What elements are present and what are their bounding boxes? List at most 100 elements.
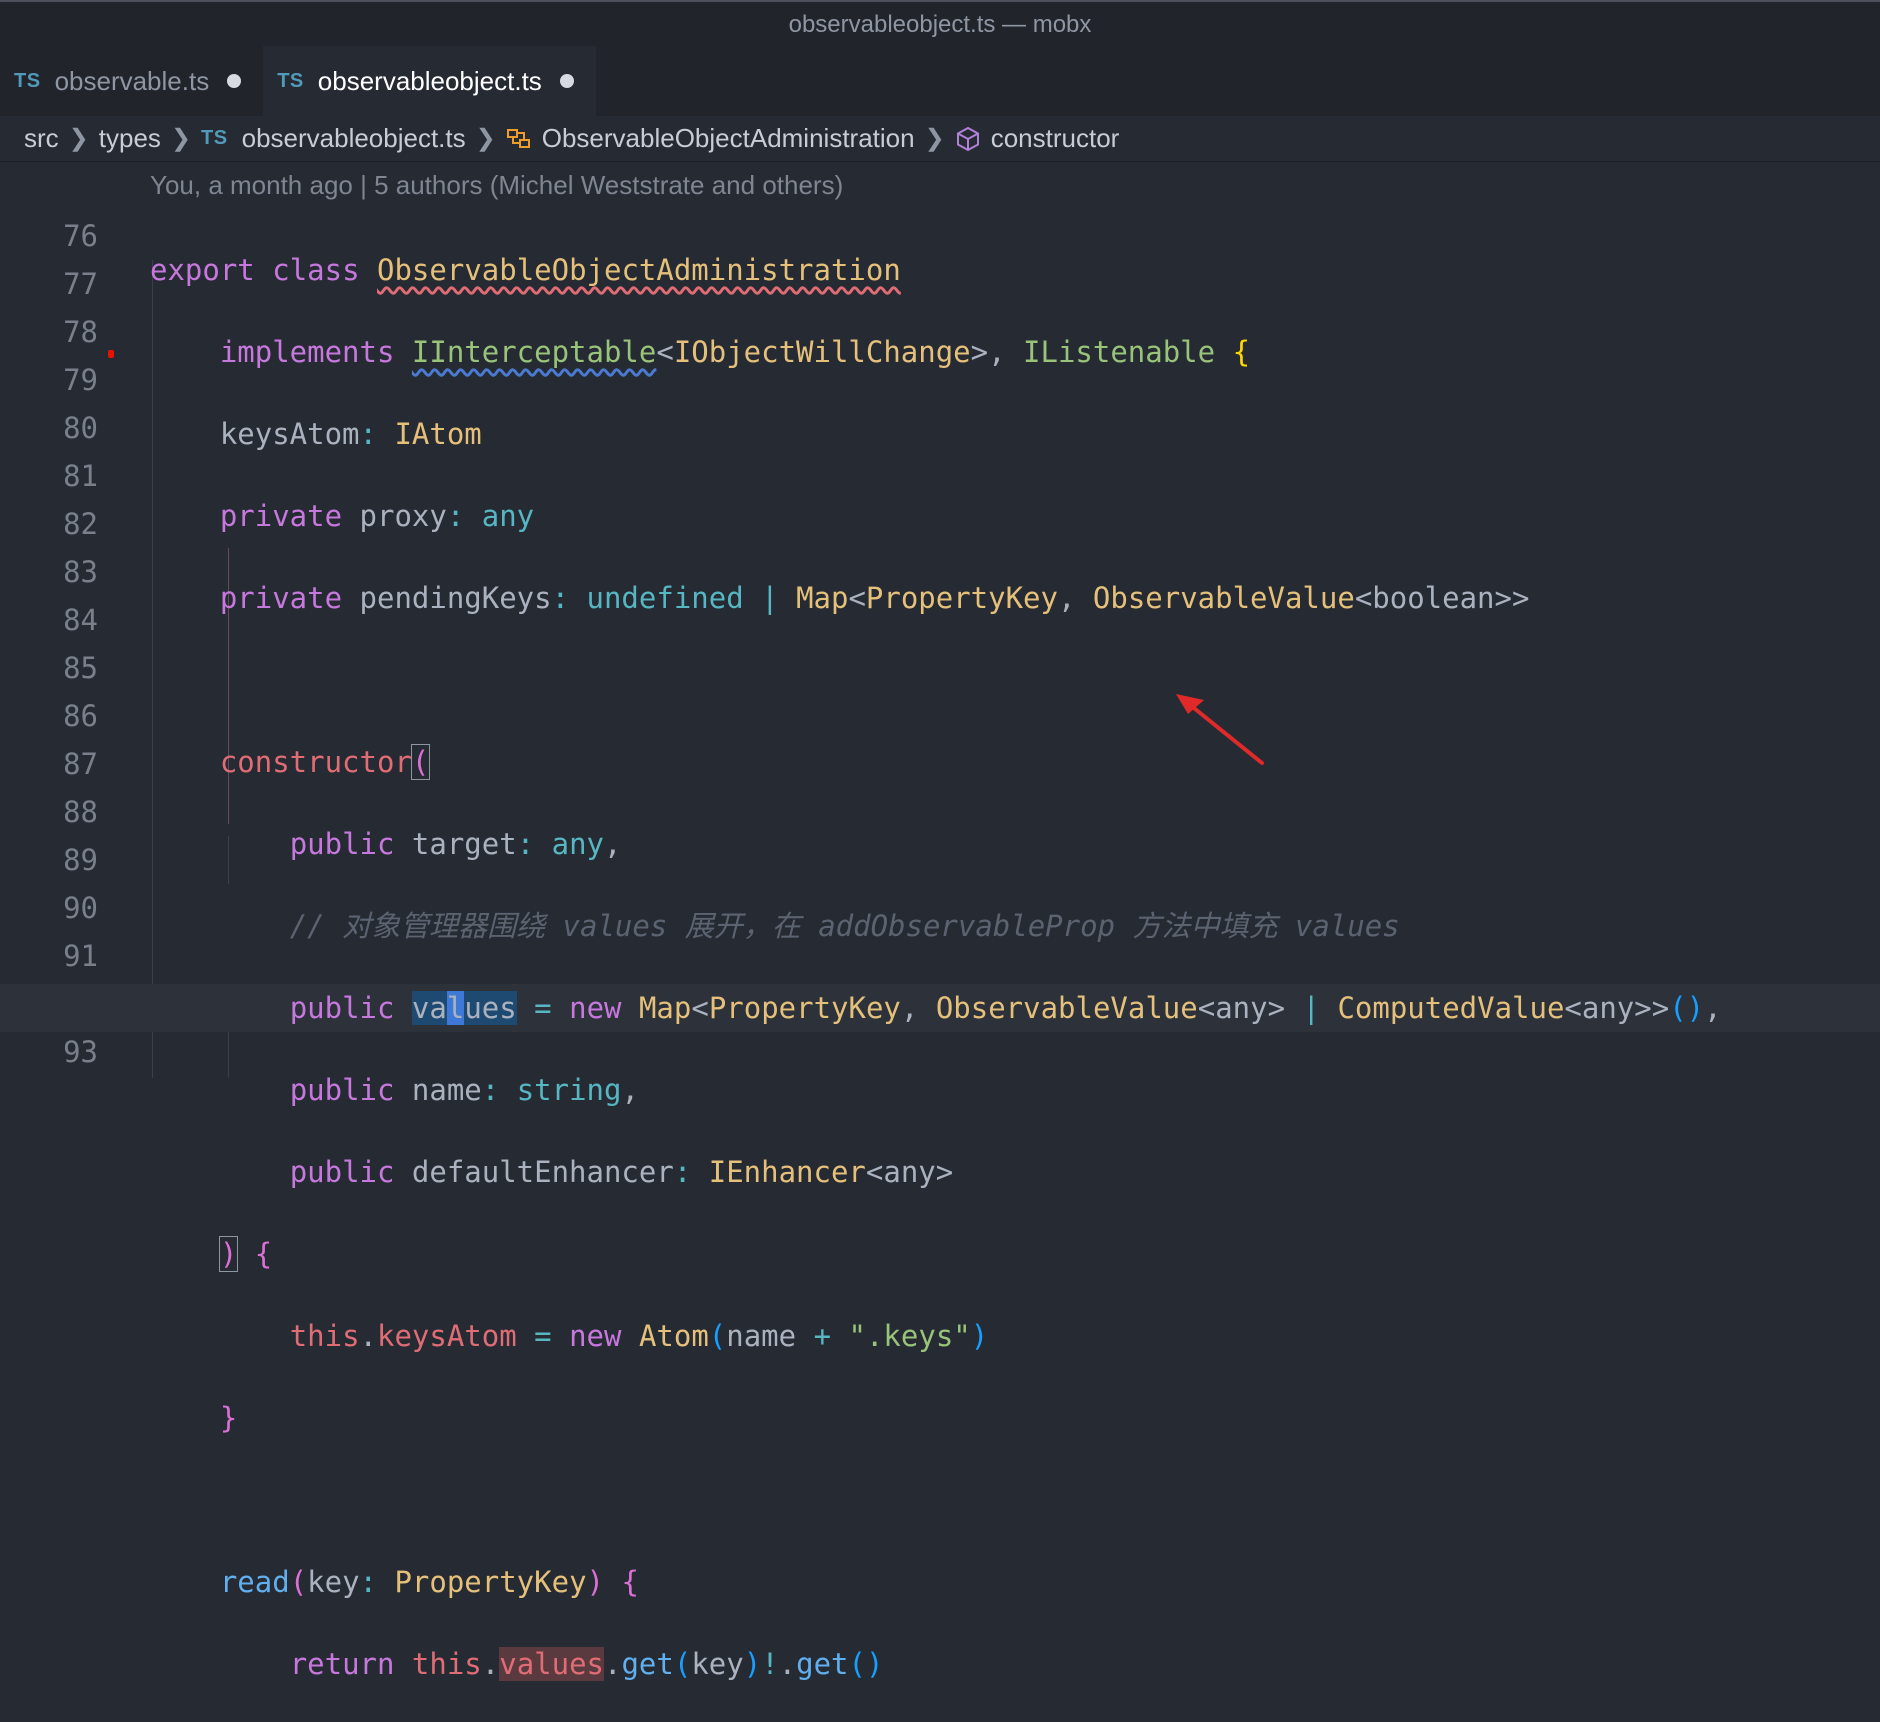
line-number: 86: [63, 699, 98, 733]
git-blame-codelens[interactable]: You, a month ago | 5 authors (Michel Wes…: [150, 170, 843, 201]
breadcrumb-file[interactable]: observableobject.ts: [242, 123, 466, 154]
paren: (: [410, 744, 431, 780]
breadcrumb-method[interactable]: constructor: [991, 123, 1120, 154]
unsaved-dot-icon[interactable]: [227, 74, 242, 88]
line-number: 85: [63, 651, 98, 685]
constructor-name: constructor: [219, 745, 412, 779]
type-name: PropertyKey: [865, 581, 1058, 615]
type-name: Map: [796, 581, 849, 615]
line-number: 87: [63, 747, 98, 781]
brace: {: [254, 1237, 273, 1271]
tab-observableobject-ts[interactable]: TS observableobject.ts: [263, 46, 596, 116]
line-number: 79: [63, 363, 98, 397]
type-name: any: [883, 1155, 936, 1189]
property: keysAtom: [219, 417, 360, 451]
code-editor[interactable]: export class ObservableObjectAdministrat…: [0, 212, 1880, 1722]
parameter: key: [307, 1565, 360, 1599]
breadcrumb-class[interactable]: ObservableObjectAdministration: [542, 123, 915, 154]
line-number: 89: [63, 843, 98, 877]
class-name: ObservableObjectAdministration: [377, 253, 901, 287]
code-line-91[interactable]: [150, 1476, 1880, 1524]
keyword: public: [289, 991, 395, 1025]
keyword: public: [289, 1073, 395, 1107]
chevron-right-icon: ❯: [68, 125, 89, 152]
class-name: Atom: [638, 1319, 709, 1353]
code-line-87[interactable]: public defaultEnhancer: IEnhancer<any>: [150, 1148, 1880, 1196]
type-name: any: [1215, 991, 1268, 1025]
type-name: IListenable: [1023, 335, 1216, 369]
line-number: 78: [63, 315, 98, 349]
keyword: public: [289, 1155, 395, 1189]
type-name: ObservableValue: [1092, 581, 1355, 615]
line-number: 76: [63, 219, 98, 253]
type-name: any: [481, 499, 535, 533]
identifier-part: ues: [464, 991, 517, 1025]
brace: {: [621, 1565, 639, 1599]
type-name: any: [551, 827, 604, 861]
line-number: 83: [63, 555, 98, 589]
line-number: 88: [63, 795, 98, 829]
code-line-77[interactable]: implements IInterceptable<IObjectWillCha…: [150, 328, 1880, 376]
code-line-82[interactable]: constructor(: [150, 738, 1880, 786]
code-comment: // 对象管理器围绕 values 展开，在 addObservableProp…: [289, 909, 1400, 943]
line-number: 80: [63, 411, 98, 445]
paren: ): [218, 1236, 239, 1272]
property: keysAtom: [377, 1319, 517, 1353]
typescript-file-icon: TS: [201, 127, 228, 149]
keyword: private: [219, 581, 343, 615]
chevron-right-icon: ❯: [924, 125, 945, 152]
line-number-gutter: 76 77 78 79 80 81 82 83 84 85 86 87 88 8…: [0, 212, 110, 1076]
editor-tab-bar: TS observable.ts TS observableobject.ts: [0, 46, 1880, 116]
breadcrumb: src ❯ types ❯ TS observableobject.ts ❯ O…: [0, 116, 1880, 162]
type-name: PropertyKey: [394, 1565, 587, 1599]
tab-label: observableobject.ts: [317, 65, 542, 96]
type-name: PropertyKey: [708, 991, 901, 1025]
keyword: class: [272, 253, 360, 287]
type-name: boolean: [1372, 581, 1495, 615]
code-line-93[interactable]: return this.values.get(key)!.get(): [150, 1640, 1880, 1688]
code-line-80[interactable]: private pendingKeys: undefined | Map<Pro…: [150, 574, 1880, 622]
line-number: 93: [63, 1035, 98, 1069]
keyword: new: [569, 991, 622, 1025]
brace: }: [219, 1401, 238, 1435]
code-line-83[interactable]: public target: any,: [150, 820, 1880, 868]
code-line-88[interactable]: ) {: [150, 1230, 1880, 1278]
string-literal: ".keys": [848, 1319, 971, 1353]
line-number: 81: [63, 459, 98, 493]
method-name: get: [796, 1647, 849, 1681]
chevron-right-icon: ❯: [475, 125, 496, 152]
code-line-90[interactable]: }: [150, 1394, 1880, 1442]
line-number: 90: [63, 891, 98, 925]
code-line-85[interactable]: public values = new Map<PropertyKey, Obs…: [0, 984, 1880, 1032]
keyword: implements: [219, 335, 395, 369]
code-line-86[interactable]: public name: string,: [150, 1066, 1880, 1114]
code-line-89[interactable]: this.keysAtom = new Atom(name + ".keys"): [150, 1312, 1880, 1360]
typescript-file-icon: TS: [14, 69, 41, 92]
code-line-78[interactable]: keysAtom: IAtom: [150, 410, 1880, 458]
parameter: name: [411, 1073, 482, 1107]
code-line-81[interactable]: [150, 656, 1880, 704]
line-number: 77: [63, 267, 98, 301]
keyword: this: [289, 1319, 360, 1353]
code-line-92[interactable]: read(key: PropertyKey) {: [150, 1558, 1880, 1606]
type-name: Map: [638, 991, 692, 1025]
code-line-76[interactable]: export class ObservableObjectAdministrat…: [150, 246, 1880, 294]
keyword: export: [150, 253, 255, 287]
property: proxy: [359, 499, 447, 533]
code-line-84[interactable]: // 对象管理器围绕 values 展开，在 addObservableProp…: [150, 902, 1880, 950]
breadcrumb-types[interactable]: types: [99, 123, 161, 154]
identifier-part: va: [411, 991, 447, 1025]
type-name: IEnhancer: [708, 1155, 866, 1189]
tab-observable-ts[interactable]: TS observable.ts: [0, 46, 263, 116]
code-line-79[interactable]: private proxy: any: [150, 492, 1880, 540]
breadcrumb-src[interactable]: src: [24, 123, 59, 154]
parameter: target: [411, 827, 517, 861]
identifier: name: [726, 1319, 797, 1353]
type-name: IInterceptable: [411, 335, 657, 369]
keyword: new: [569, 1319, 622, 1353]
type-name: undefined: [586, 581, 744, 615]
unsaved-dot-icon[interactable]: [559, 74, 574, 88]
text-cursor: l: [446, 991, 465, 1025]
chevron-right-icon: ❯: [170, 125, 192, 152]
keyword: public: [289, 827, 395, 861]
